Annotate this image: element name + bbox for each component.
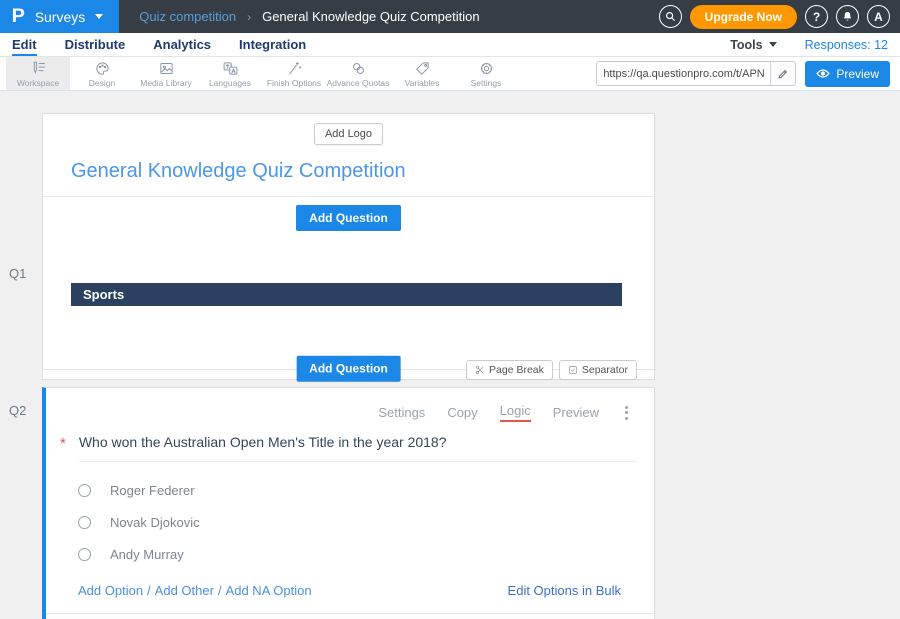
toolbar-right: Preview bbox=[596, 57, 900, 90]
responses-count[interactable]: Responses: 12 bbox=[805, 38, 888, 52]
tools-label: Tools bbox=[730, 38, 762, 52]
breadcrumb-separator: › bbox=[247, 10, 251, 24]
help-button[interactable]: ? bbox=[805, 5, 828, 28]
option-actions-row: Add Option/Add Other/Add NA Option Edit … bbox=[46, 579, 654, 613]
question-number-q1: Q1 bbox=[9, 266, 26, 281]
survey-url-box bbox=[596, 61, 796, 86]
top-bar: P Surveys Quiz competition › General Kno… bbox=[0, 0, 900, 33]
add-logo-button[interactable]: Add Logo bbox=[314, 123, 383, 145]
chevron-down-icon bbox=[769, 42, 777, 47]
question-row: * Who won the Australian Open Men's Titl… bbox=[46, 426, 654, 462]
radio-button-icon[interactable] bbox=[78, 484, 91, 497]
topbar-actions: Upgrade Now ? A bbox=[659, 5, 900, 29]
tool-variables[interactable]: Variables bbox=[390, 57, 454, 90]
tab-integration[interactable]: Integration bbox=[239, 33, 306, 56]
question-card-q2: Settings Copy Logic Preview * Who won th… bbox=[42, 387, 655, 619]
more-options-icon[interactable] bbox=[621, 404, 632, 422]
nav-right: Tools Responses: 12 bbox=[730, 33, 888, 56]
tools-menu[interactable]: Tools bbox=[730, 38, 776, 52]
required-asterisk: * bbox=[60, 434, 66, 462]
breadcrumb: Quiz competition › General Knowledge Qui… bbox=[139, 9, 479, 24]
add-question-button-top[interactable]: Add Question bbox=[296, 205, 401, 231]
surveys-menu-label: Surveys bbox=[35, 9, 86, 25]
option-row[interactable]: Novak Djokovic bbox=[78, 515, 630, 530]
tool-design[interactable]: Design bbox=[70, 57, 134, 90]
tab-edit[interactable]: Edit bbox=[12, 33, 37, 56]
separator-checkbox-icon bbox=[568, 365, 578, 375]
breadcrumb-folder[interactable]: Quiz competition bbox=[139, 9, 236, 24]
tool-advance-quotas[interactable]: Advance Quotas bbox=[326, 57, 390, 90]
breadcrumb-survey-name: General Knowledge Quiz Competition bbox=[262, 9, 480, 24]
answer-options: Roger Federer Novak Djokovic Andy Murray bbox=[46, 462, 654, 562]
link-separator: / bbox=[143, 583, 155, 598]
add-na-option-link[interactable]: Add NA Option bbox=[226, 583, 312, 598]
tool-finish-options[interactable]: Finish Options bbox=[262, 57, 326, 90]
page-break-scissors-icon bbox=[475, 365, 485, 375]
tool-media-library[interactable]: Media Library bbox=[134, 57, 198, 90]
question-mark-icon: ? bbox=[813, 10, 820, 24]
settings-gear-icon bbox=[478, 60, 495, 77]
bell-icon bbox=[842, 11, 853, 22]
questionpro-logo: P bbox=[12, 6, 25, 28]
edit-url-button[interactable] bbox=[770, 62, 795, 85]
media-library-icon bbox=[158, 60, 175, 77]
tool-languages[interactable]: A Languages bbox=[198, 57, 262, 90]
survey-editor-canvas: Q1 Q2 Add Logo General Knowledge Quiz Co… bbox=[0, 91, 900, 619]
card-bottom-toolbar: Add Question Page Break Separator bbox=[43, 369, 654, 379]
avatar-letter: A bbox=[874, 10, 883, 24]
search-button[interactable] bbox=[659, 5, 682, 28]
surveys-product-menu[interactable]: P Surveys bbox=[0, 0, 119, 33]
question-text-field[interactable]: Who won the Australian Open Men's Title … bbox=[79, 434, 636, 462]
pencil-icon bbox=[777, 68, 789, 80]
question-footer: Validation Force Response bbox=[46, 613, 654, 619]
radio-button-icon[interactable] bbox=[78, 516, 91, 529]
add-other-link[interactable]: Add Other bbox=[155, 583, 214, 598]
survey-header-card: Add Logo General Knowledge Quiz Competit… bbox=[42, 113, 655, 380]
question-preview-link[interactable]: Preview bbox=[553, 405, 599, 420]
search-icon bbox=[665, 11, 676, 22]
tool-workspace[interactable]: Workspace bbox=[6, 57, 70, 90]
variables-tag-icon bbox=[414, 60, 431, 77]
eye-icon bbox=[816, 68, 830, 79]
tab-analytics[interactable]: Analytics bbox=[153, 33, 211, 56]
advance-quotas-link-icon bbox=[350, 60, 367, 77]
add-question-button-bottom[interactable]: Add Question bbox=[296, 356, 401, 382]
radio-button-icon[interactable] bbox=[78, 548, 91, 561]
upgrade-now-button[interactable]: Upgrade Now bbox=[690, 5, 797, 29]
question-logic-link[interactable]: Logic bbox=[500, 403, 531, 422]
question-copy-link[interactable]: Copy bbox=[447, 405, 477, 420]
link-separator: / bbox=[214, 583, 226, 598]
separator-button[interactable]: Separator bbox=[559, 360, 637, 380]
edit-options-in-bulk-link[interactable]: Edit Options in Bulk bbox=[508, 583, 621, 598]
svg-text:A: A bbox=[231, 68, 235, 74]
question-number-q2: Q2 bbox=[9, 403, 26, 418]
tab-distribute[interactable]: Distribute bbox=[65, 33, 126, 56]
add-option-link[interactable]: Add Option bbox=[78, 583, 143, 598]
chevron-down-icon bbox=[95, 14, 103, 19]
workspace-icon bbox=[30, 60, 47, 77]
languages-icon: A bbox=[222, 60, 239, 77]
option-row[interactable]: Andy Murray bbox=[78, 547, 630, 562]
question-menu: Settings Copy Logic Preview bbox=[46, 388, 654, 426]
page-break-button[interactable]: Page Break bbox=[466, 360, 553, 380]
survey-nav-tabs: Edit Distribute Analytics Integration To… bbox=[0, 33, 900, 57]
avatar[interactable]: A bbox=[867, 5, 890, 28]
question-settings-link[interactable]: Settings bbox=[378, 405, 425, 420]
q1-section-heading[interactable]: Sports bbox=[71, 283, 622, 306]
design-palette-icon bbox=[94, 60, 111, 77]
tool-settings[interactable]: Settings bbox=[454, 57, 518, 90]
finish-options-wand-icon bbox=[286, 60, 303, 77]
preview-button[interactable]: Preview bbox=[805, 61, 890, 87]
option-row[interactable]: Roger Federer bbox=[78, 483, 630, 498]
survey-url-input[interactable] bbox=[597, 62, 770, 85]
editor-toolbar: Workspace Design Media Library A Languag… bbox=[0, 57, 900, 91]
survey-title[interactable]: General Knowledge Quiz Competition bbox=[43, 145, 654, 196]
notifications-button[interactable] bbox=[836, 5, 859, 28]
